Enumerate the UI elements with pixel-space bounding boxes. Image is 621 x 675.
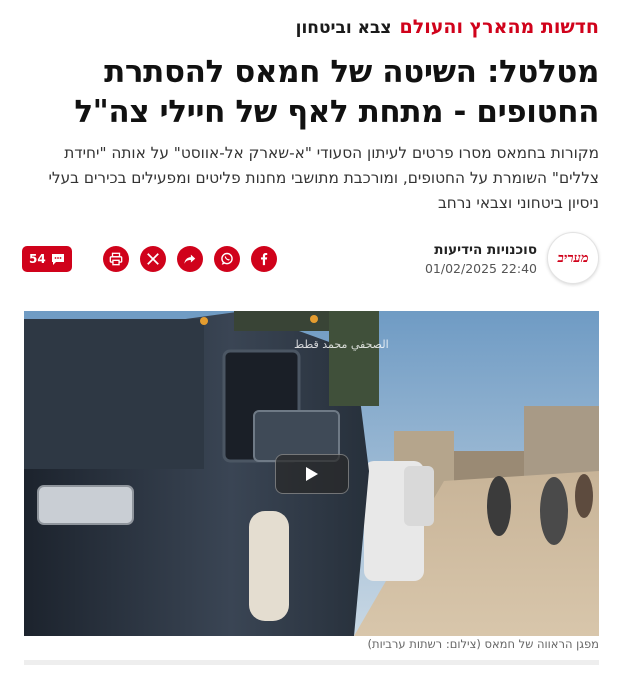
video-watermark: الصحفي محمد قطط bbox=[294, 338, 389, 351]
breadcrumb: חדשות מהארץ והעולם צבא וביטחון bbox=[22, 16, 599, 42]
video-play-button[interactable] bbox=[275, 454, 349, 494]
x-share-button[interactable] bbox=[139, 246, 166, 272]
share-icon bbox=[184, 254, 195, 264]
video-caption: מפגן הראווה של חמאס (צילום: רשתות ערביות… bbox=[367, 637, 599, 651]
article-headline: מטלטל: השיטה של חמאס להסתרת החטופים - מת… bbox=[74, 54, 599, 130]
article-date: 01/02/2025 22:40 bbox=[424, 261, 537, 276]
whatsapp-share-button[interactable] bbox=[213, 246, 240, 272]
content-divider bbox=[24, 660, 599, 665]
source-logo[interactable]: מעריב bbox=[547, 232, 599, 284]
comments-button[interactable]: 54 bbox=[22, 246, 72, 272]
breadcrumb-section-link[interactable]: חדשות מהארץ והעולם bbox=[400, 16, 599, 38]
whatsapp-icon bbox=[220, 252, 233, 265]
facebook-share-button[interactable] bbox=[250, 246, 277, 272]
facebook-icon bbox=[260, 253, 267, 266]
x-icon bbox=[146, 253, 159, 265]
article-meta: מעריב סוכנויות הידיעות 01/02/2025 22:40 … bbox=[22, 232, 599, 288]
article-subtitle: מקורות בחמאס מסרו פרטים לעיתון הסעודי "א… bbox=[48, 144, 599, 212]
article-video[interactable]: الصحفي محمد قطط bbox=[24, 311, 599, 636]
print-button[interactable] bbox=[102, 246, 129, 272]
source-logo-text: מעריב bbox=[557, 251, 589, 266]
share-button[interactable] bbox=[176, 246, 203, 272]
play-icon bbox=[306, 467, 318, 481]
comments-count: 54 bbox=[29, 252, 46, 266]
article-author[interactable]: סוכנויות הידיעות bbox=[434, 242, 537, 258]
share-actions: 54 bbox=[22, 244, 277, 274]
breadcrumb-subsection-link[interactable]: צבא וביטחון bbox=[296, 18, 392, 38]
comment-icon bbox=[51, 253, 64, 265]
print-icon bbox=[109, 252, 123, 266]
